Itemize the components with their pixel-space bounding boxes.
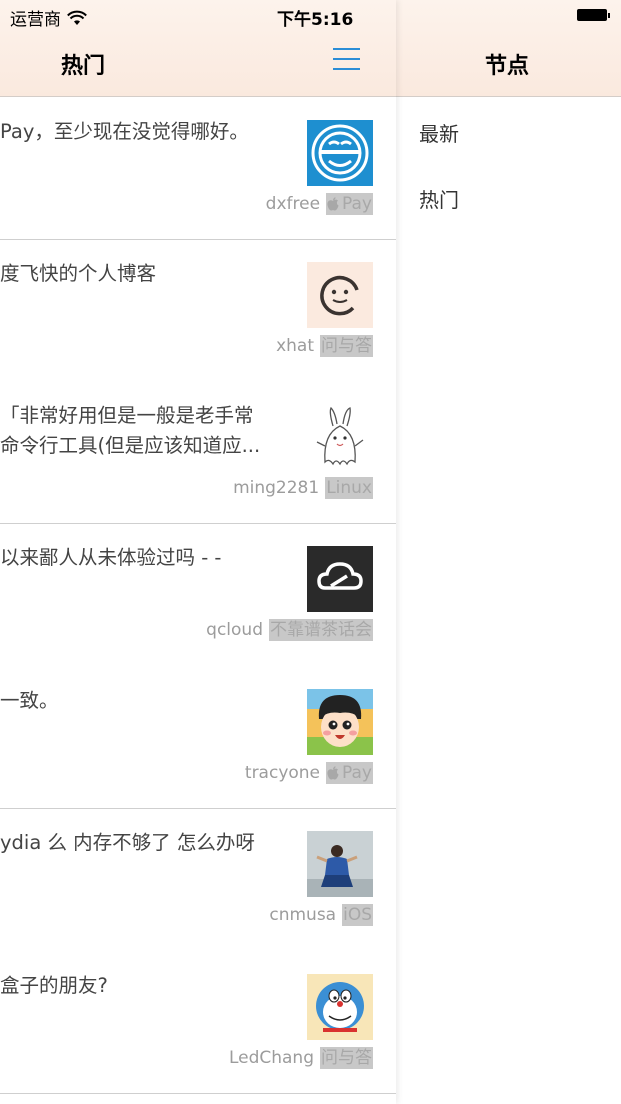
node-tag[interactable]: Linux [325,477,373,499]
status-time: 下午5:16 [277,10,354,30]
apple-icon [327,197,339,211]
username[interactable]: tracyone [245,763,320,783]
topic-meta: tracyone Pay [245,762,373,784]
side-title: 节点 [485,54,530,79]
topic-row[interactable]: 一致。 tracyone Pay [0,666,396,809]
topic-row[interactable]: 以来鄙人从未体验过吗 - - qcloud 不靠谱茶话会 [0,523,396,665]
topic-meta: xhat 问与答 [276,335,373,357]
avatar[interactable] [307,974,373,1040]
wifi-icon [67,10,87,25]
topic-row[interactable]: ydia 么 内存不够了 怎么办呀 cnmusa iOS [0,808,396,950]
topic-title: ydia 么 内存不够了 怎么办呀 [0,831,255,854]
page-title: 热门 [61,54,106,79]
side-item-hot[interactable]: 热门 [419,184,459,213]
topic-row[interactable]: 盒子的朋友? LedChang 问与答 [0,951,396,1094]
topic-meta: LedChang 问与答 [229,1047,373,1069]
menu-icon-line [333,48,360,50]
avatar[interactable] [307,831,373,897]
username[interactable]: dxfree [266,194,320,214]
avatar[interactable] [307,546,373,612]
status-left: 运营商 [10,5,87,30]
username[interactable]: LedChang [229,1048,314,1068]
topic-title: 以来鄙人从未体验过吗 - - [0,546,222,569]
side-item-latest[interactable]: 最新 [419,118,459,147]
username[interactable]: ming2281 [233,478,319,498]
status-bar: 运营商 下午5:16 [0,0,621,32]
topic-row[interactable]: 度飞快的个人博客 xhat 问与答 [0,239,396,381]
topic-title: 度飞快的个人博客 [0,262,157,285]
topic-meta: cnmusa iOS [269,904,373,926]
topic-title: 「非常好用但是一般是老手常 命令行工具(但是应该知道应... [0,404,261,457]
topic-meta: dxfree Pay [266,193,373,215]
node-tag[interactable]: Pay [326,193,373,215]
menu-button[interactable] [333,48,360,72]
node-tag[interactable]: 问与答 [320,335,373,357]
topic-title: 一致。 [0,689,59,712]
avatar[interactable] [307,404,373,470]
node-tag[interactable]: 不靠谱茶话会 [269,619,373,641]
username[interactable]: cnmusa [269,905,336,925]
username[interactable]: qcloud [206,620,263,640]
battery-icon [577,9,610,21]
topic-title: 盒子的朋友? [0,974,108,997]
topic-row[interactable]: Pay，至少现在没觉得哪好。 dxfree Pay [0,97,396,240]
side-panel: 节点 最新 热门 [396,0,621,1104]
node-tag[interactable]: Pay [326,762,373,784]
topic-meta: qcloud 不靠谱茶话会 [206,619,373,641]
menu-icon-line [333,58,360,60]
avatar[interactable] [307,120,373,186]
main-panel: 热门 Pay，至少现在没觉得哪好。 dxfree Pay 度飞快的个人博客 xh… [0,0,396,1104]
avatar[interactable] [307,262,373,328]
avatar[interactable] [307,689,373,755]
username[interactable]: xhat [276,336,314,356]
topic-meta: ming2281 Linux [233,477,373,499]
node-tag[interactable]: 问与答 [320,1047,373,1069]
carrier-label: 运营商 [10,10,61,30]
menu-icon-line [333,68,360,70]
topic-row[interactable]: 「非常好用但是一般是老手常 命令行工具(但是应该知道应... ming2281 … [0,381,396,524]
apple-icon [327,766,339,780]
node-tag[interactable]: iOS [342,904,373,926]
topic-title: Pay，至少现在没觉得哪好。 [0,120,249,143]
